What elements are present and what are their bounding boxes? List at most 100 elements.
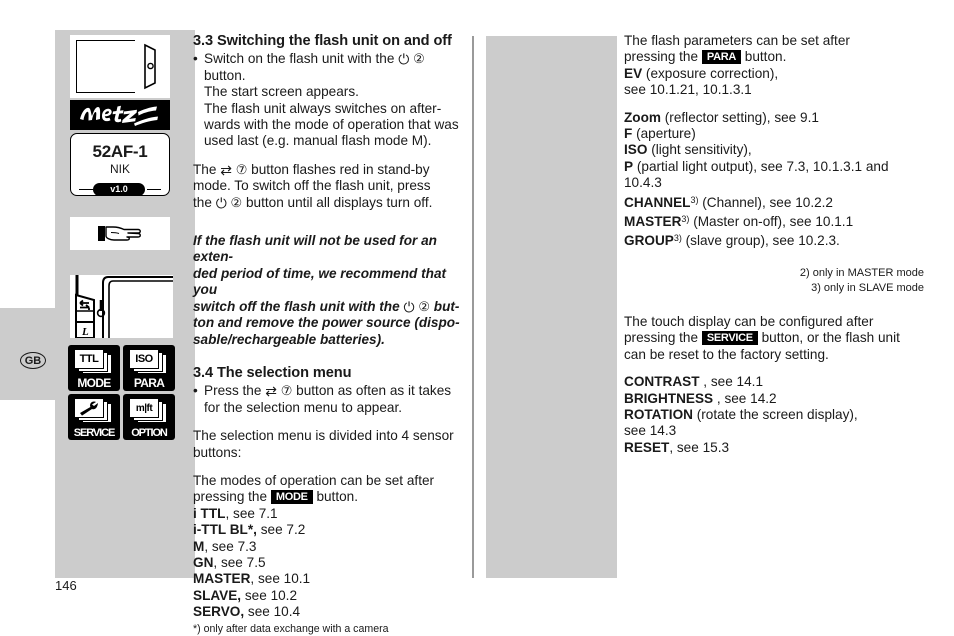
warning-line-6: sable/rechargeable batteries).	[193, 331, 385, 347]
list-item: Switch on the flash unit with the ⏻ ② bu…	[193, 51, 463, 149]
footnotes-modes: 2) only in MASTER mode 3) only in SLAVE …	[624, 266, 924, 296]
list-item: i-TTL BL*, see 7.2	[193, 522, 463, 538]
start-screen-variant: NIK	[109, 162, 130, 176]
figure-flash-body-keys: L	[70, 275, 173, 338]
list-item: ISO (light sensitivity),	[624, 142, 924, 158]
warning-line-5: ton and remove the power source (dispo-	[193, 315, 460, 331]
warning-line-1: If the flash unit will not be used for a…	[193, 233, 437, 265]
param-ref: (Master on-off), see 10.1.1	[689, 214, 854, 230]
power-icon: ⏻	[215, 194, 227, 211]
mode-name: i TTL	[193, 505, 226, 521]
para-text-line1: The selection menu is divided into 4 sen…	[193, 428, 454, 444]
para-text-line2: pressing the	[193, 489, 268, 505]
paragraph-selection-menu: The selection menu is divided into 4 sen…	[193, 428, 463, 461]
setting-name: BRIGHTNESS	[624, 390, 714, 406]
bullet-text: Press the	[204, 383, 262, 399]
paragraph-touch-display: The touch display can be configured afte…	[624, 314, 924, 363]
setting-ref: , see 14.1	[699, 374, 764, 390]
sensor-button-mode[interactable]: TTL MODE	[68, 345, 120, 391]
sensor-icon-label: TTL	[74, 349, 104, 369]
stacked-cards-icon: m|ft	[129, 398, 169, 424]
callout-number-7: ⑦	[235, 161, 248, 177]
param-name: CHANNEL	[624, 194, 691, 210]
sensor-button-caption: MODE	[77, 376, 111, 390]
setting-name: CONTRAST	[624, 374, 700, 390]
callout-number-2: ②	[418, 298, 430, 314]
list-item: i TTL, see 7.1	[193, 506, 463, 522]
para-text-line2b: button.	[316, 489, 359, 505]
setting-name: ROTATION	[624, 406, 693, 422]
flash-body-diagram-icon: L	[70, 275, 173, 338]
bullet-text-line5: used last (e.g. manual flash mode M).	[204, 133, 432, 149]
param-name: Zoom	[624, 109, 661, 125]
sensor-button-caption: PARA	[133, 376, 165, 390]
service-badge[interactable]: SERVICE	[701, 331, 758, 346]
paragraph-standby: The ⇄ ⑦ button flashes red in stand-by m…	[193, 162, 463, 211]
param-ref: (partial light output), see 7.3, 10.1.3.…	[633, 158, 889, 174]
list-item: 10.4.3	[624, 175, 924, 191]
footnote-3: 3) only in SLAVE mode	[811, 281, 924, 294]
mode-name: MASTER	[193, 571, 251, 587]
sensor-button-option[interactable]: m|ft OPTION	[123, 394, 175, 440]
list-item: GROUP3) (slave group), see 10.2.3.	[624, 230, 924, 249]
power-icon: ⏻	[398, 51, 410, 68]
list-item: CHANNEL3) (Channel), see 10.2.2	[624, 192, 924, 211]
para-text-line1: The touch display can be configured afte…	[624, 313, 874, 329]
para-text-line3: can be reset to the factory setting.	[624, 346, 829, 362]
warning-paragraph: If the flash unit will not be used for a…	[193, 233, 463, 348]
sensor-button-para[interactable]: ISO PARA	[123, 345, 175, 391]
para-text-cont: button flashes red in stand-by	[251, 161, 430, 177]
sensor-button-service[interactable]: SERVICE	[68, 394, 120, 440]
warning-line-2: ded period of time, we recommend that yo…	[193, 265, 447, 298]
list-item: RESET, see 15.3	[624, 440, 924, 456]
setting-ref: , see 15.3	[669, 439, 730, 455]
bullet-text-line2: for the selection menu to appear.	[204, 399, 402, 415]
param-name: P	[624, 158, 634, 174]
mode-ref: , see 7.5	[213, 554, 266, 570]
mode-badge[interactable]: MODE	[270, 490, 313, 505]
list-item: see 10.1.21, 10.1.3.1	[624, 82, 924, 98]
footnote-2: 2) only in MASTER mode	[799, 266, 924, 279]
mode-name: GN	[193, 554, 214, 570]
start-screen-rule-right	[147, 188, 161, 190]
swap-arrows-icon: ⇄	[265, 383, 277, 400]
callout-number-7: ⑦	[280, 383, 293, 399]
param-ref: (light sensitivity),	[647, 142, 752, 158]
power-icon: ⏻	[403, 298, 415, 315]
para-text-line2: pressing the	[624, 49, 699, 65]
para-text-line4b: button until all displays turn off.	[245, 194, 433, 210]
sensor-button-caption: SERVICE	[73, 427, 116, 439]
warning-line-3: switch off the flash unit with the	[193, 298, 400, 314]
bullet-text-cont: button.	[204, 67, 246, 83]
mode-ref: see 10.4	[244, 604, 301, 620]
para-text-line2b: button, or the flash unit	[761, 330, 900, 346]
param-ref: see 10.1.21, 10.1.3.1	[624, 82, 752, 98]
mode-list: i TTL, see 7.1 i-TTL BL*, see 7.2 M , see…	[193, 506, 463, 621]
param-footnote-ref: 3)	[673, 233, 682, 244]
heading-3-3: 3.3 Switching the flash unit on and off	[193, 33, 452, 49]
bullet-text-line2: The start screen appears.	[204, 84, 359, 100]
list-item: P (partial light output), see 7.3, 10.1.…	[624, 159, 924, 175]
param-ref: (aperture)	[632, 126, 696, 142]
figure-note-hand	[70, 217, 170, 250]
figure-metz-logo	[70, 100, 170, 130]
mode-name: SLAVE,	[193, 587, 242, 603]
stacked-cards-icon	[74, 398, 114, 424]
mode-name: M	[193, 538, 205, 554]
heading-3-4: 3.4 The selection menu	[193, 364, 352, 381]
settings-list: CONTRAST , see 14.1 BRIGHTNESS , see 14.…	[624, 374, 924, 456]
paragraph-parameters-intro: The flash parameters can be set after pr…	[624, 33, 924, 66]
param-name: GROUP	[624, 233, 674, 249]
display-screen-outline	[76, 40, 135, 93]
list-item: F (aperture)	[624, 126, 924, 142]
list-item: Zoom (reflector setting), see 9.1	[624, 110, 924, 126]
param-name: EV	[624, 65, 643, 81]
para-text-line3: mode. To switch off the flash unit, pres…	[193, 178, 431, 194]
list-item: GN, see 7.5	[193, 555, 463, 571]
para-badge[interactable]: PARA	[701, 50, 741, 65]
bullet-text-line4: wards with the mode of operation that wa…	[204, 117, 459, 133]
mode-ref: see 10.2	[241, 587, 298, 603]
mode-ref: , see 10.1	[250, 571, 311, 587]
para-text-line2: buttons:	[193, 444, 242, 460]
pointing-hand-icon	[98, 225, 141, 241]
